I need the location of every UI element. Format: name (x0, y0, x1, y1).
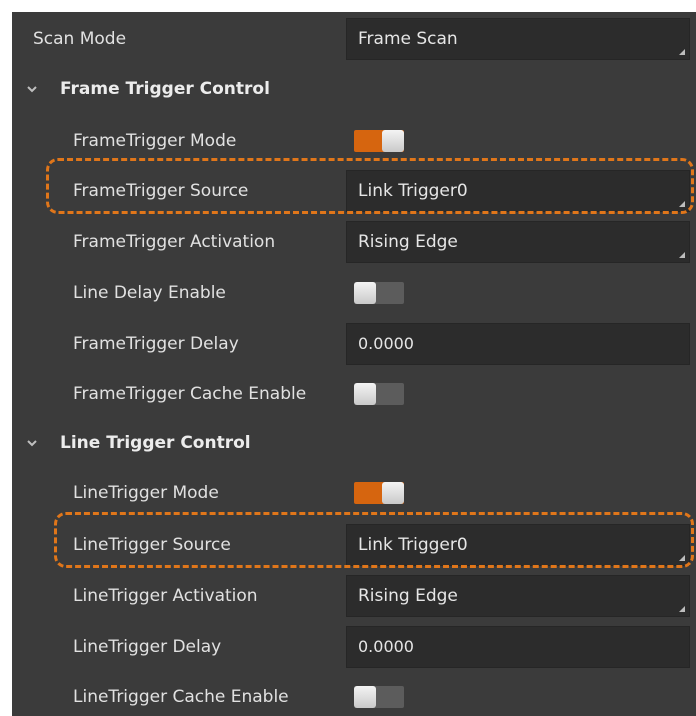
linetrigger-cache-enable-toggle[interactable] (354, 686, 404, 708)
frametrigger-mode-label: FrameTrigger Mode (73, 131, 237, 151)
linetrigger-mode-toggle[interactable] (354, 482, 404, 504)
linetrigger-mode-label: LineTrigger Mode (73, 483, 219, 503)
scan-mode-label: Scan Mode (33, 29, 127, 49)
row-linetrigger-delay: LineTrigger Delay 0.0000 (12, 622, 696, 672)
line-delay-enable-label: Line Delay Enable (73, 283, 226, 303)
toggle-knob (382, 482, 404, 504)
row-frametrigger-cache-enable: FrameTrigger Cache Enable (12, 369, 696, 419)
dropdown-corner-icon (679, 49, 685, 55)
frametrigger-cache-enable-toggle[interactable] (354, 383, 404, 405)
frametrigger-delay-input[interactable]: 0.0000 (346, 323, 690, 365)
parameter-panel: Scan Mode Frame Scan Frame Trigger Contr… (12, 12, 696, 716)
line-delay-enable-toggle[interactable] (354, 282, 404, 304)
row-frametrigger-source: FrameTrigger Source Link Trigger0 (12, 166, 696, 216)
row-frametrigger-mode: FrameTrigger Mode (12, 116, 696, 166)
frametrigger-source-dropdown[interactable]: Link Trigger0 (346, 170, 690, 212)
dropdown-corner-icon (679, 201, 685, 207)
row-frametrigger-activation: FrameTrigger Activation Rising Edge (12, 217, 696, 267)
frametrigger-activation-dropdown[interactable]: Rising Edge (346, 221, 690, 263)
linetrigger-source-dropdown[interactable]: Link Trigger0 (346, 524, 690, 566)
scan-mode-value: Frame Scan (358, 29, 458, 49)
linetrigger-delay-input[interactable]: 0.0000 (346, 626, 690, 668)
linetrigger-source-value: Link Trigger0 (358, 535, 468, 555)
chevron-down-icon[interactable] (24, 435, 40, 451)
dropdown-corner-icon (679, 252, 685, 258)
linetrigger-delay-value: 0.0000 (358, 637, 414, 656)
toggle-knob (354, 282, 376, 304)
toggle-knob (382, 130, 404, 152)
toggle-knob (354, 686, 376, 708)
row-line-delay-enable: Line Delay Enable (12, 268, 696, 318)
frametrigger-source-label: FrameTrigger Source (73, 181, 249, 201)
toggle-knob (354, 383, 376, 405)
section-title: Line Trigger Control (60, 433, 251, 453)
dropdown-corner-icon (679, 555, 685, 561)
frametrigger-source-value: Link Trigger0 (358, 181, 468, 201)
section-frame-trigger-control[interactable]: Frame Trigger Control (12, 64, 696, 114)
row-linetrigger-activation: LineTrigger Activation Rising Edge (12, 571, 696, 621)
section-title: Frame Trigger Control (60, 79, 270, 99)
chevron-down-icon[interactable] (24, 81, 40, 97)
scan-mode-dropdown[interactable]: Frame Scan (346, 18, 690, 60)
linetrigger-delay-label: LineTrigger Delay (73, 637, 222, 657)
frametrigger-delay-label: FrameTrigger Delay (73, 334, 239, 354)
linetrigger-cache-enable-label: LineTrigger Cache Enable (73, 687, 289, 707)
row-scan-mode: Scan Mode Frame Scan (12, 14, 696, 64)
linetrigger-activation-dropdown[interactable]: Rising Edge (346, 575, 690, 617)
row-linetrigger-mode: LineTrigger Mode (12, 468, 696, 518)
section-line-trigger-control[interactable]: Line Trigger Control (12, 418, 696, 468)
linetrigger-source-label: LineTrigger Source (73, 535, 231, 555)
frametrigger-activation-value: Rising Edge (358, 232, 458, 252)
row-frametrigger-delay: FrameTrigger Delay 0.0000 (12, 319, 696, 369)
frametrigger-cache-enable-label: FrameTrigger Cache Enable (73, 384, 307, 404)
frametrigger-mode-toggle[interactable] (354, 130, 404, 152)
frametrigger-delay-value: 0.0000 (358, 334, 414, 353)
linetrigger-activation-label: LineTrigger Activation (73, 586, 258, 606)
row-linetrigger-source: LineTrigger Source Link Trigger0 (12, 520, 696, 570)
row-linetrigger-cache-enable: LineTrigger Cache Enable (12, 672, 696, 716)
dropdown-corner-icon (679, 606, 685, 612)
frametrigger-activation-label: FrameTrigger Activation (73, 232, 276, 252)
linetrigger-activation-value: Rising Edge (358, 586, 458, 606)
